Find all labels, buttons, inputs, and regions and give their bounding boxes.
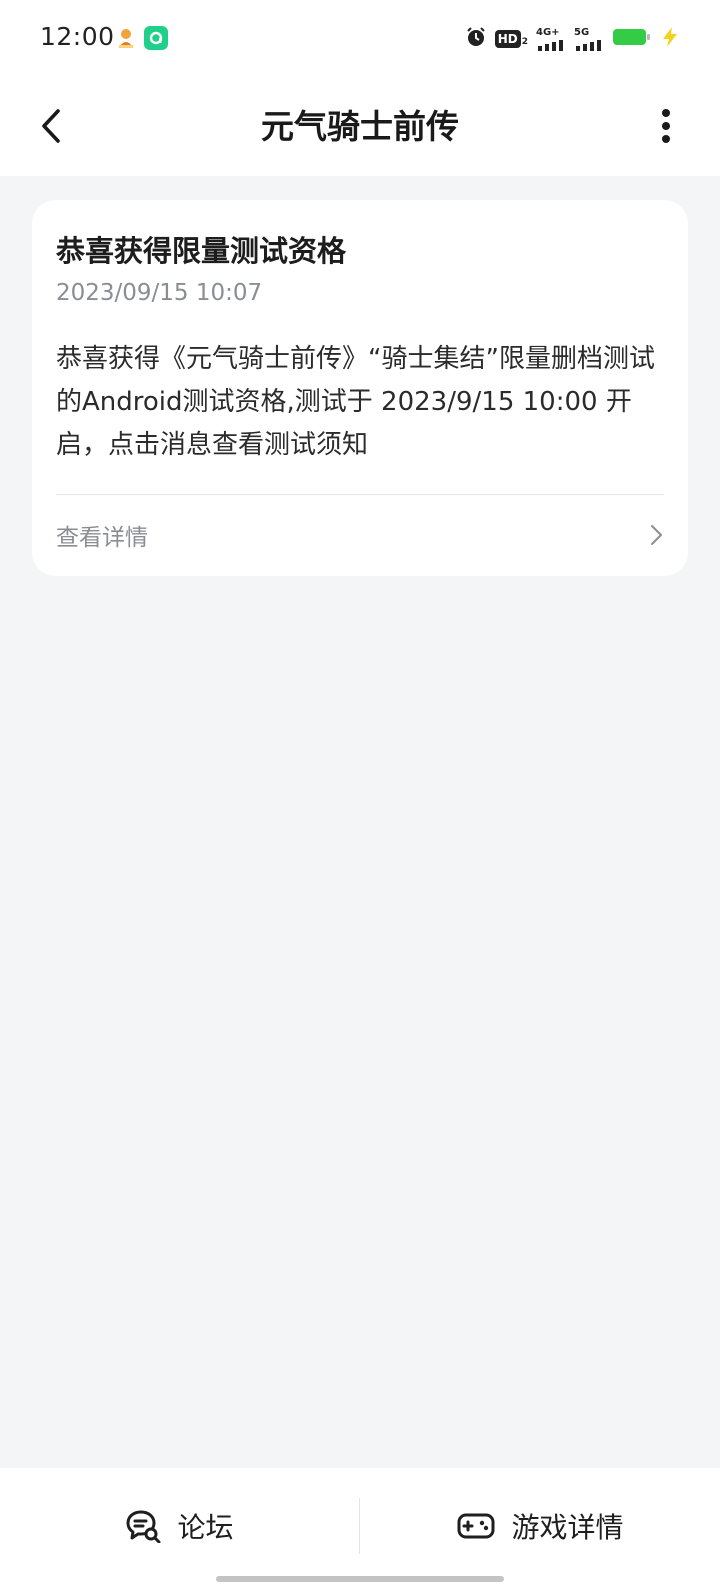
gamepad-icon [457,1513,495,1539]
view-details-label: 查看详情 [56,525,148,551]
view-details-link[interactable]: 查看详情 [56,498,664,572]
forum-label: 论坛 [177,1511,234,1544]
chevron-right-icon [651,525,662,545]
more-button[interactable] [646,100,686,152]
game-details-label: 游戏详情 [511,1511,624,1544]
status-time: 12:00 [40,22,115,51]
battery-icon [612,26,652,52]
forum-button[interactable]: 论坛 [0,1468,359,1584]
more-icon [662,109,670,143]
network-type-2: 5G [574,27,590,38]
status-bar: 12:00 HD 2 4G+ 5G [0,0,720,76]
game-details-button[interactable]: 游戏详情 [361,1468,720,1584]
message-card[interactable]: 恭喜获得限量测试资格 2023/09/15 10:07 恭喜获得《元气骑士前传》… [32,200,688,576]
hd-icon: HD 2 [494,30,528,48]
divider [56,494,664,495]
bottom-bar-divider [359,1498,360,1554]
top-app-bar: 元气骑士前传 [0,76,720,176]
home-indicator[interactable] [216,1576,504,1582]
message-timestamp: 2023/09/15 10:07 [56,280,263,306]
hd-label: HD [494,30,521,48]
app-icon [144,26,168,50]
app-notification-icon [114,26,138,50]
bottom-action-bar: 论坛 游戏详情 [0,1468,720,1584]
message-title: 恭喜获得限量测试资格 [56,234,347,268]
signal-icon-2: 5G [574,27,604,51]
network-type-1: 4G+ [536,27,560,38]
alarm-icon [465,26,487,52]
message-body: 恭喜获得《元气骑士前传》“骑士集结”限量删档测试的Android测试资格,测试于… [56,344,655,460]
page-title: 元气骑士前传 [261,107,459,146]
status-icons: HD 2 4G+ 5G [465,26,680,52]
forum-icon [126,1510,161,1543]
charging-icon [660,26,680,52]
signal-icon: 4G+ [536,27,566,51]
